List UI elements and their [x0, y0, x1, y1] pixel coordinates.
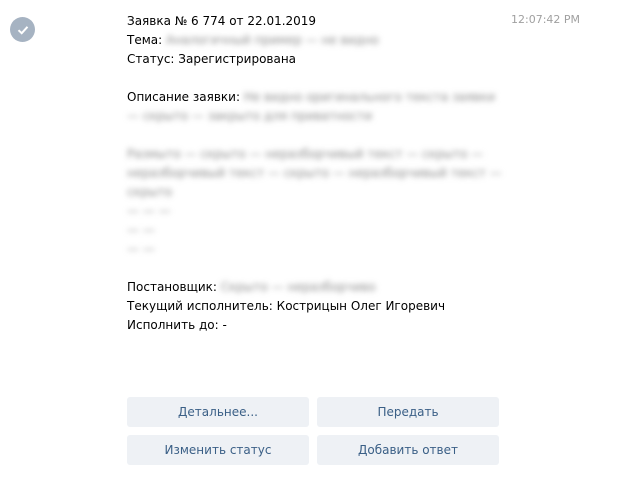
- action-buttons: Детальнее... Передать Изменить статус До…: [127, 397, 499, 465]
- message-body: Заявка № 6 774 от 22.01.2019 Тема: Анало…: [127, 12, 527, 335]
- topic-row: Тема: Аналогичный пример — не видно: [127, 31, 527, 50]
- ticket-header: Заявка № 6 774 от 22.01.2019: [127, 14, 317, 28]
- topic-label: Тема:: [127, 33, 163, 47]
- due-value: -: [222, 318, 227, 332]
- details-button[interactable]: Детальнее...: [127, 397, 309, 427]
- transfer-button[interactable]: Передать: [317, 397, 499, 427]
- status-row: Статус: Зарегистрирована: [127, 50, 527, 69]
- description-details: Размыто — скрыто — неразборчивый текст —…: [127, 147, 502, 199]
- change-status-button[interactable]: Изменить статус: [127, 435, 309, 465]
- avatar: [10, 17, 35, 42]
- author-label: Постановщик:: [127, 280, 217, 294]
- executor-value: Кострицын Олег Игоревич: [276, 299, 446, 313]
- add-reply-button[interactable]: Добавить ответ: [317, 435, 499, 465]
- topic-value: Аналогичный пример — не видно: [166, 33, 379, 47]
- author-row: Постановщик: Скрыто — неразборчиво: [127, 278, 527, 297]
- status-label: Статус:: [127, 52, 175, 66]
- author-value: Скрыто — неразборчиво: [220, 280, 376, 294]
- executor-label: Текущий исполнитель:: [127, 299, 273, 313]
- description-label: Описание заявки:: [127, 90, 240, 104]
- description-line: — —: [127, 223, 155, 237]
- status-value: Зарегистрирована: [178, 52, 297, 66]
- description: Описание заявки: Не видно оригинального …: [127, 88, 502, 126]
- due-label: Исполнить до:: [127, 318, 219, 332]
- due-row: Исполнить до: -: [127, 316, 527, 335]
- description-line: — —: [127, 242, 155, 256]
- executor-row: Текущий исполнитель: Кострицын Олег Игор…: [127, 297, 527, 316]
- description-line: — — —: [127, 204, 171, 218]
- check-icon: [17, 25, 28, 35]
